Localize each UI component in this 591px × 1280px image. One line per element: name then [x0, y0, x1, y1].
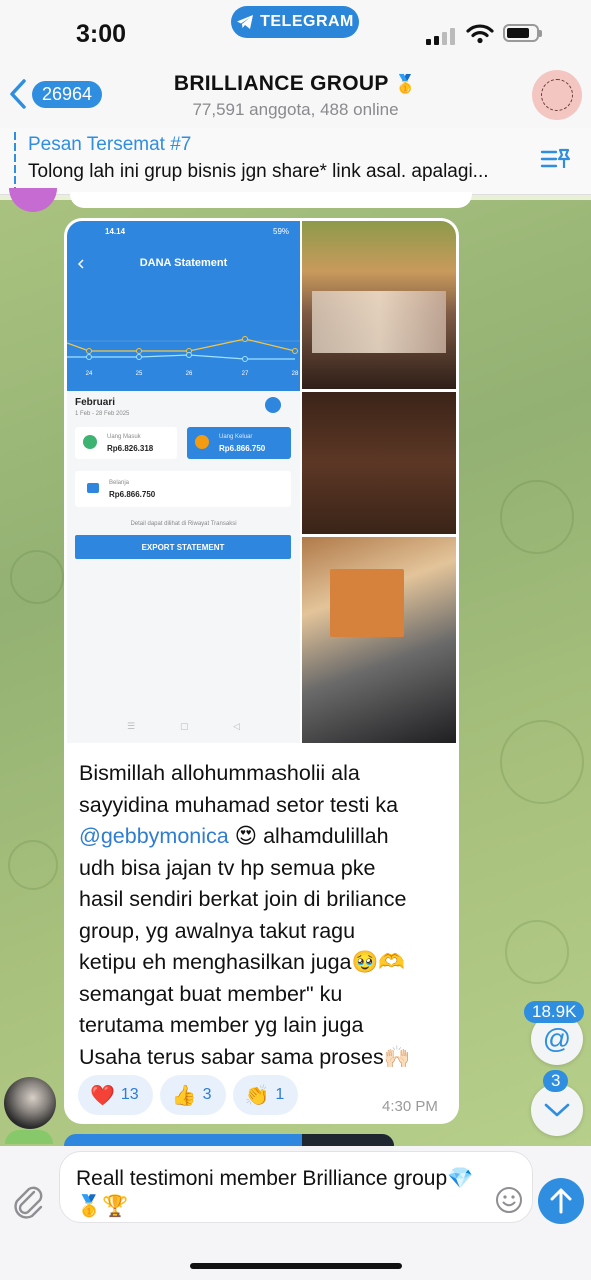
sender-avatar[interactable] — [4, 1077, 56, 1129]
clap-emoji: 👏 — [244, 1084, 270, 1107]
group-title-text: BRILLIANCE GROUP — [173, 72, 389, 95]
message-time: 4:30 PM — [382, 1098, 438, 1115]
sender-avatar-next[interactable] — [5, 1130, 53, 1144]
income-amount: Rp6.826.318 — [107, 444, 154, 453]
status-bar: 3:00 TELEGRAM — [0, 0, 591, 62]
tv-display — [312, 291, 446, 353]
wifi-icon — [466, 24, 494, 44]
screenshot-time: 14.14 — [105, 227, 126, 236]
sticker-icon[interactable] — [495, 1186, 523, 1214]
shopping-label: Belanja — [109, 480, 130, 486]
message-input[interactable]: Reall testimoni member Brilliance group💎… — [59, 1151, 533, 1223]
x-tick: 25 — [136, 371, 143, 377]
telegram-pill[interactable]: TELEGRAM — [231, 6, 359, 38]
screenshot-note: Detail dapat dilihat di Riwayat Transaks… — [130, 521, 237, 527]
screenshot-status-bar: 14.14 59% — [67, 221, 300, 243]
screenshot-date-range: 1 Feb - 28 Feb 2025 — [75, 411, 130, 417]
screenshot-month: Februari — [75, 397, 116, 408]
message-text-start: Bismillah allohummasholii ala sayyidina … — [79, 761, 399, 817]
message-text: Bismillah allohummasholii ala sayyidina … — [79, 758, 449, 1073]
tv-box — [330, 569, 404, 637]
member-count: 77,591 anggota, 488 online — [192, 100, 399, 119]
mention-link[interactable]: @gebbymonica — [79, 824, 229, 848]
previous-message-bubble[interactable] — [70, 192, 472, 208]
back-triangle-icon: ◁ — [233, 721, 240, 731]
background-doodle — [8, 840, 58, 890]
pinned-indicator — [14, 132, 16, 188]
shopping-card: Belanja Rp6.866.750 — [75, 471, 291, 507]
screenshot-heading: DANA Statement — [139, 257, 228, 269]
cellular-signal-icon — [426, 28, 455, 45]
background-doodle — [500, 480, 574, 554]
send-button[interactable] — [538, 1178, 584, 1224]
income-card: Uang Masuk Rp6.826.318 — [75, 427, 177, 459]
expense-label: Uang Keluar — [219, 434, 253, 440]
message-input-text: Reall testimoni member Brilliance group💎… — [76, 1167, 474, 1218]
pinned-text: Tolong lah ini grup bisnis jgn share* li… — [28, 161, 489, 182]
menu-icon: ☰ — [127, 721, 136, 731]
reaction-count: 13 — [120, 1086, 139, 1103]
at-sign-icon: @ — [542, 1023, 572, 1054]
dana-statement-screenshot[interactable]: 14.14 59% DANA Statement 24 25 26 27 28 … — [67, 221, 300, 743]
home-indicator — [190, 1263, 402, 1269]
group-title[interactable]: BRILLIANCE GROUP 🥇 — [0, 72, 591, 96]
chevron-down-icon — [544, 1103, 570, 1117]
message-bubble[interactable]: 14.14 59% DANA Statement 24 25 26 27 28 … — [64, 218, 459, 1124]
thumbs-up-emoji: 👍 — [171, 1084, 197, 1107]
pinned-title: Pesan Tersemat #7 — [28, 134, 192, 155]
shopping-amount: Rp6.866.750 — [109, 490, 156, 499]
expense-card: Uang Keluar Rp6.866.750 — [187, 427, 291, 459]
arrow-up-icon — [195, 435, 209, 449]
battery-icon — [503, 24, 542, 42]
x-tick: 27 — [242, 371, 249, 377]
message-composer: Reall testimoni member Brilliance group💎… — [0, 1146, 591, 1280]
photo-tv-cabinet[interactable] — [302, 392, 456, 534]
heart-emoji: ❤️ — [90, 1084, 115, 1107]
reaction-count: 1 — [275, 1086, 285, 1103]
chat-header: 26964 BRILLIANCE GROUP 🥇 77,591 anggota,… — [0, 62, 591, 128]
reaction-thumbs-up[interactable]: 👍 3 — [159, 1075, 226, 1115]
x-tick: 28 — [292, 371, 299, 377]
arrow-up-icon — [550, 1188, 572, 1214]
x-tick: 24 — [86, 371, 93, 377]
pinned-list-icon[interactable] — [540, 146, 572, 174]
background-doodle — [500, 720, 584, 804]
photo-tv-screen[interactable] — [302, 221, 456, 389]
mentions-badge: 18.9K — [524, 1001, 585, 1023]
telegram-label: TELEGRAM — [260, 13, 354, 30]
gold-medal-emoji: 🥇 — [394, 74, 418, 94]
group-avatar[interactable] — [532, 70, 582, 120]
reaction-heart[interactable]: ❤️ 13 — [78, 1075, 153, 1115]
attach-icon[interactable] — [12, 1184, 46, 1222]
screenshot-calendar-button — [265, 397, 281, 413]
x-tick: 26 — [186, 371, 193, 377]
background-doodle — [505, 920, 569, 984]
reactions-row: ❤️ 13 👍 3 👏 1 — [78, 1075, 299, 1115]
next-message-photo[interactable] — [302, 1134, 394, 1146]
export-statement-button: EXPORT STATEMENT — [75, 535, 291, 559]
expense-amount: Rp6.866.750 — [219, 444, 266, 453]
screenshot-back-icon — [77, 259, 84, 269]
unread-badge: 3 — [543, 1070, 569, 1092]
photo-store-boxes[interactable] — [302, 537, 456, 743]
reaction-clap[interactable]: 👏 1 — [232, 1075, 299, 1115]
message-text-end: 😍 alhamdulillah udh bisa jajan tv hp sem… — [79, 824, 411, 1069]
group-logo-icon — [541, 79, 573, 111]
reaction-count: 3 — [202, 1086, 212, 1103]
screenshot-battery: 59% — [273, 227, 290, 236]
status-time: 3:00 — [76, 20, 127, 48]
screenshot-chart: 24 25 26 27 28 — [67, 336, 300, 377]
arrow-down-icon — [83, 435, 97, 449]
telegram-icon — [237, 15, 254, 29]
income-label: Uang Masuk — [107, 434, 141, 440]
pinned-message-bar[interactable]: Pesan Tersemat #7 Tolong lah ini grup bi… — [0, 128, 591, 195]
home-icon: ▢ — [180, 721, 189, 731]
store-icon — [87, 483, 99, 493]
background-doodle — [10, 550, 64, 604]
